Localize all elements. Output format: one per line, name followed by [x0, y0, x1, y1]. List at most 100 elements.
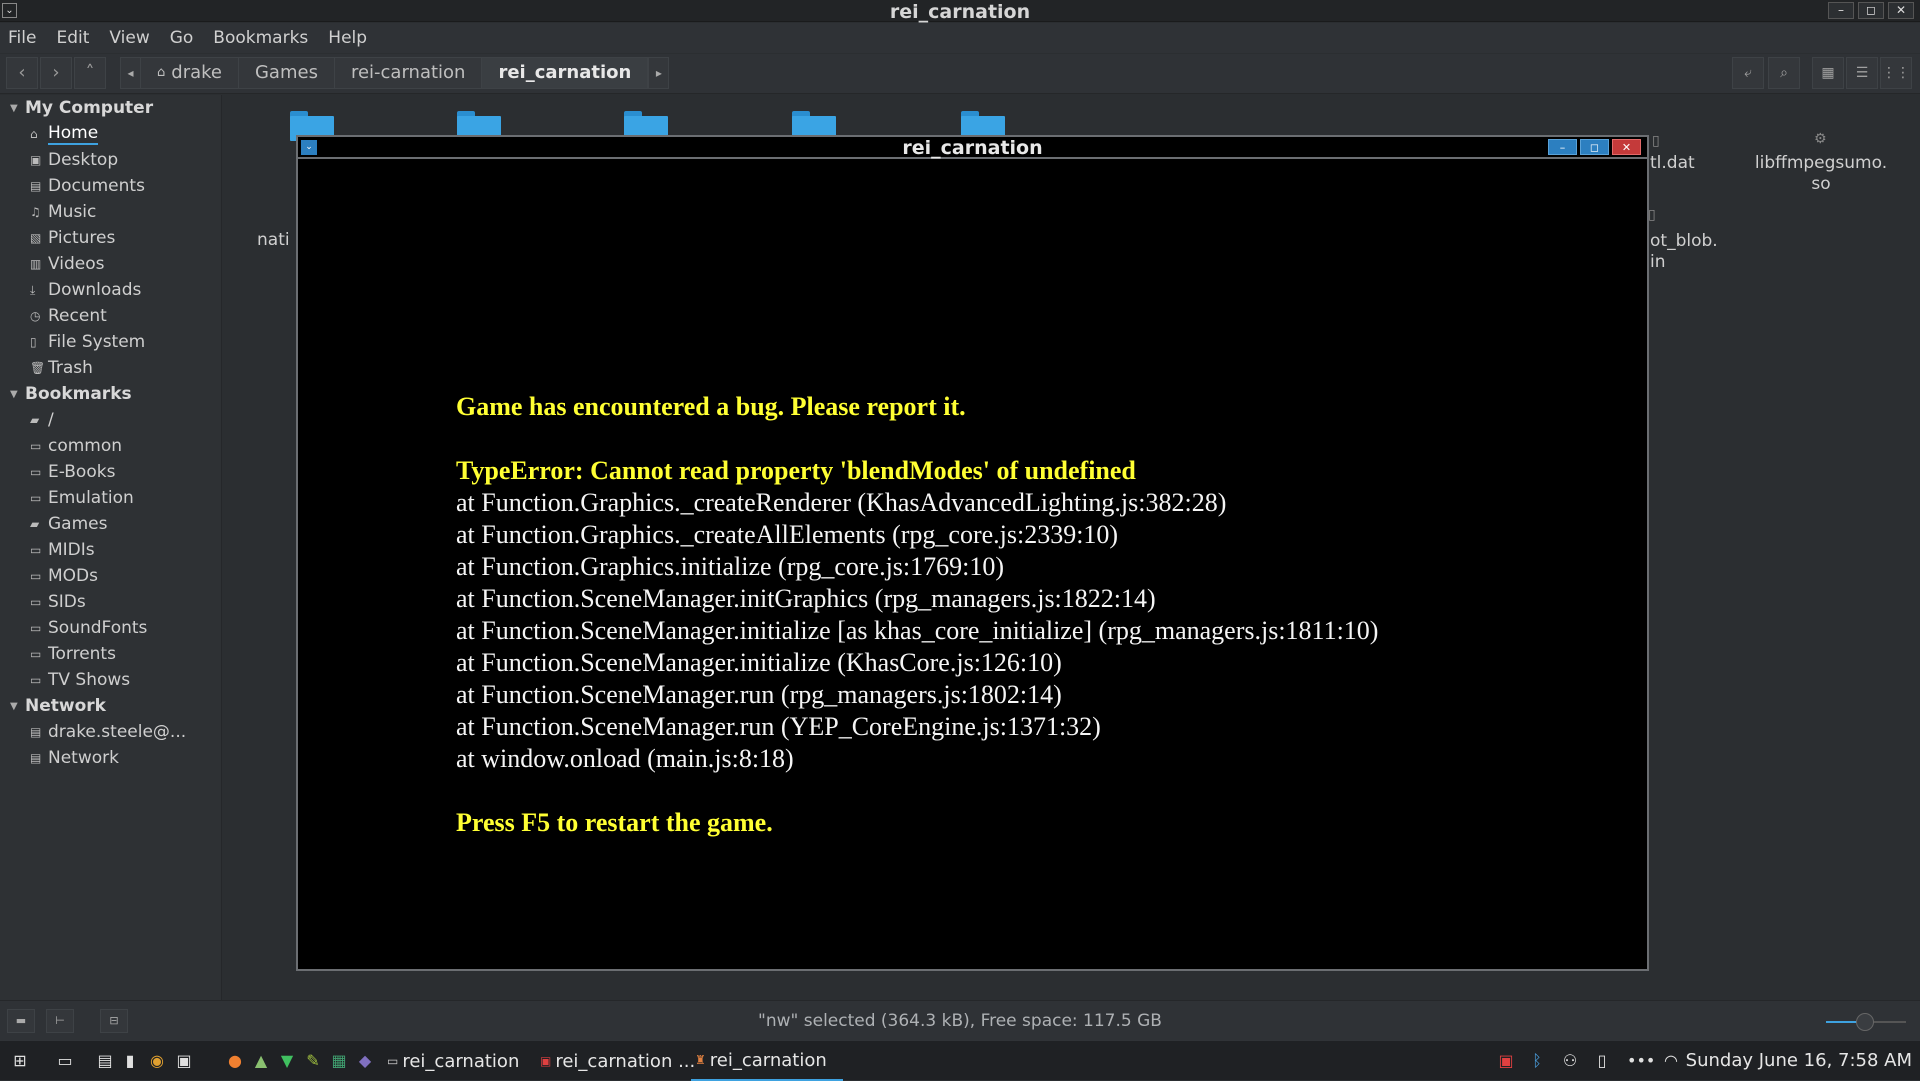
folder-icon: ▭: [30, 543, 42, 557]
home-icon: ⌂: [157, 65, 166, 80]
stack-line: at Function.SceneManager.initialize (Kha…: [456, 648, 1062, 677]
sidebar-item-e-books[interactable]: ▭ E-Books: [0, 459, 221, 485]
paint-icon[interactable]: ✎: [303, 1051, 323, 1071]
breadcrumb-left-arrow[interactable]: ◂: [121, 58, 141, 88]
sidebar-section-network[interactable]: ▼ Network: [0, 693, 221, 719]
forward-arrow-icon: ›: [52, 62, 60, 83]
sidebar-item-downloads[interactable]: ⤓ Downloads: [0, 277, 221, 303]
sidebar-item-file-system[interactable]: ▯ File System: [0, 329, 221, 355]
minimize-button[interactable]: –: [1548, 139, 1577, 155]
bluetooth-icon[interactable]: ᛒ: [1527, 1051, 1547, 1071]
forward-button[interactable]: ›: [40, 57, 72, 89]
list-view-button[interactable]: ☰: [1846, 57, 1878, 89]
maximize-button[interactable]: ◻: [1580, 139, 1609, 155]
up-arrow-icon: ˄: [85, 62, 95, 83]
sidebar-item-torrents[interactable]: ▭ Torrents: [0, 641, 221, 667]
image-viewer-icon[interactable]: ▲: [251, 1051, 271, 1071]
task-rei-carnation-2[interactable]: ▣ rei_carnation ...: [536, 1041, 699, 1081]
sidebar-item-tv-shows[interactable]: ▭ TV Shows: [0, 667, 221, 693]
sidebar-item-network[interactable]: ▤ Network: [0, 745, 221, 771]
sidebar-item-videos[interactable]: ▥ Videos: [0, 251, 221, 277]
menu-view[interactable]: View: [109, 28, 149, 48]
trash-icon: 🗑: [30, 361, 46, 375]
pictures-icon: ▧: [30, 231, 42, 245]
menu-edit[interactable]: Edit: [56, 28, 89, 48]
maximize-button[interactable]: ◻: [1858, 2, 1884, 19]
sidebar-item-network-share[interactable]: ▤ drake.steele@...: [0, 719, 221, 745]
close-button[interactable]: ✕: [1888, 2, 1914, 19]
menu-bookmarks[interactable]: Bookmarks: [213, 28, 308, 48]
compact-view-button[interactable]: ⋮⋮: [1880, 57, 1912, 89]
game-window-titlebar[interactable]: ⌄ rei_carnation – ◻ ✕: [298, 137, 1647, 159]
sidebar-item-desktop[interactable]: ▣ Desktop: [0, 147, 221, 173]
breadcrumb-drake[interactable]: ⌂ drake: [141, 58, 239, 88]
file-manager-launcher-icon[interactable]: ▤: [95, 1051, 115, 1071]
user-icon[interactable]: ⚇: [1560, 1051, 1580, 1071]
menubar: File Edit View Go Bookmarks Help: [0, 23, 1920, 53]
sidebar-item-trash[interactable]: 🗑 Trash: [0, 355, 221, 381]
terminal-icon[interactable]: ▣: [174, 1051, 194, 1071]
system-monitor-icon[interactable]: ▮: [120, 1051, 140, 1071]
search-button[interactable]: ⌕: [1768, 57, 1800, 89]
battery-icon[interactable]: ▯: [1592, 1051, 1612, 1071]
sidebar-item-soundfonts[interactable]: ▭ SoundFonts: [0, 615, 221, 641]
sidebar-item-emulation[interactable]: ▭ Emulation: [0, 485, 221, 511]
breadcrumb-rei-carnation[interactable]: rei-carnation: [335, 58, 483, 88]
error-type: TypeError: Cannot read property 'blendMo…: [456, 456, 1136, 485]
more-icon[interactable]: •••: [1627, 1051, 1655, 1071]
menu-help[interactable]: Help: [328, 28, 367, 48]
file-label[interactable]: tl.dat: [1650, 153, 1695, 174]
sidebar-item-midis[interactable]: ▭ MIDIs: [0, 537, 221, 563]
breadcrumb-games[interactable]: Games: [239, 58, 335, 88]
sidebar-section-bookmarks[interactable]: ▼ Bookmarks: [0, 381, 221, 407]
chrome-icon[interactable]: ◉: [147, 1051, 167, 1071]
task-rei-carnation-file-manager[interactable]: ▭ rei_carnation: [383, 1041, 523, 1081]
show-desktop-icon[interactable]: ▭: [55, 1051, 75, 1071]
breadcrumb-right-arrow[interactable]: ▸: [648, 58, 668, 88]
sidebar-section-my-computer[interactable]: ▼ My Computer: [0, 95, 221, 121]
minimize-button[interactable]: –: [1828, 2, 1854, 19]
sidebar-item-music[interactable]: ♫ Music: [0, 199, 221, 225]
menu-file[interactable]: File: [8, 28, 36, 48]
sidebar-item-root[interactable]: ▰ /: [0, 407, 221, 433]
back-arrow-icon: ‹: [18, 62, 26, 83]
icon-view-button[interactable]: ▦: [1812, 57, 1844, 89]
music-icon: ♫: [30, 205, 41, 219]
task-rei-carnation-game[interactable]: ♜ rei_carnation: [691, 1041, 843, 1081]
download-manager-icon[interactable]: ▼: [277, 1051, 297, 1071]
folder-icon: ▭: [30, 569, 42, 583]
tray-app-icon[interactable]: ▣: [1496, 1051, 1516, 1071]
zoom-slider-handle[interactable]: [1856, 1013, 1874, 1031]
sidebar-item-home[interactable]: ⌂ Home: [0, 121, 221, 147]
documents-icon: ▤: [30, 179, 42, 193]
back-button[interactable]: ‹: [6, 57, 38, 89]
sidebar-item-sids[interactable]: ▭ SIDs: [0, 589, 221, 615]
close-button[interactable]: ✕: [1612, 139, 1641, 155]
menu-go[interactable]: Go: [170, 28, 194, 48]
stack-line: at Function.SceneManager.initGraphics (r…: [456, 584, 1156, 613]
toggle-location-button[interactable]: ⤶: [1732, 57, 1764, 89]
file-label[interactable]: ot_blob. in: [1650, 231, 1718, 273]
text-editor-icon[interactable]: ▦: [329, 1051, 349, 1071]
game-window: ⌄ rei_carnation – ◻ ✕ Game has encounter…: [296, 135, 1649, 971]
app-launcher-icon[interactable]: ◆: [355, 1051, 375, 1071]
sidebar-item-mods[interactable]: ▭ MODs: [0, 563, 221, 589]
wifi-icon[interactable]: ◠: [1661, 1051, 1681, 1071]
pidgin-icon[interactable]: ●: [225, 1051, 245, 1071]
file-manager-titlebar: ⌄ rei_carnation – ◻ ✕: [0, 0, 1920, 23]
file-label[interactable]: nati: [257, 230, 290, 251]
sidebar-item-recent[interactable]: ◷ Recent: [0, 303, 221, 329]
folder-icon: ▭: [387, 1054, 399, 1068]
sidebar-item-documents[interactable]: ▤ Documents: [0, 173, 221, 199]
file-label[interactable]: libffmpegsumo. so: [1750, 153, 1892, 195]
sidebar-item-pictures[interactable]: ▧ Pictures: [0, 225, 221, 251]
up-button[interactable]: ˄: [74, 57, 106, 89]
breadcrumb-rei-carnation-current[interactable]: rei_carnation: [482, 58, 649, 88]
sidebar-item-common[interactable]: ▭ common: [0, 433, 221, 459]
sidebar-item-games[interactable]: ▰ Games: [0, 511, 221, 537]
clock[interactable]: Sunday June 16, 7:58 AM: [1686, 1050, 1912, 1071]
folder-icon: ▭: [30, 465, 42, 479]
stack-line: at Function.Graphics._createRenderer (Kh…: [456, 488, 1227, 517]
folder-icon: ▭: [30, 595, 42, 609]
start-menu-icon[interactable]: ⊞: [10, 1051, 30, 1071]
